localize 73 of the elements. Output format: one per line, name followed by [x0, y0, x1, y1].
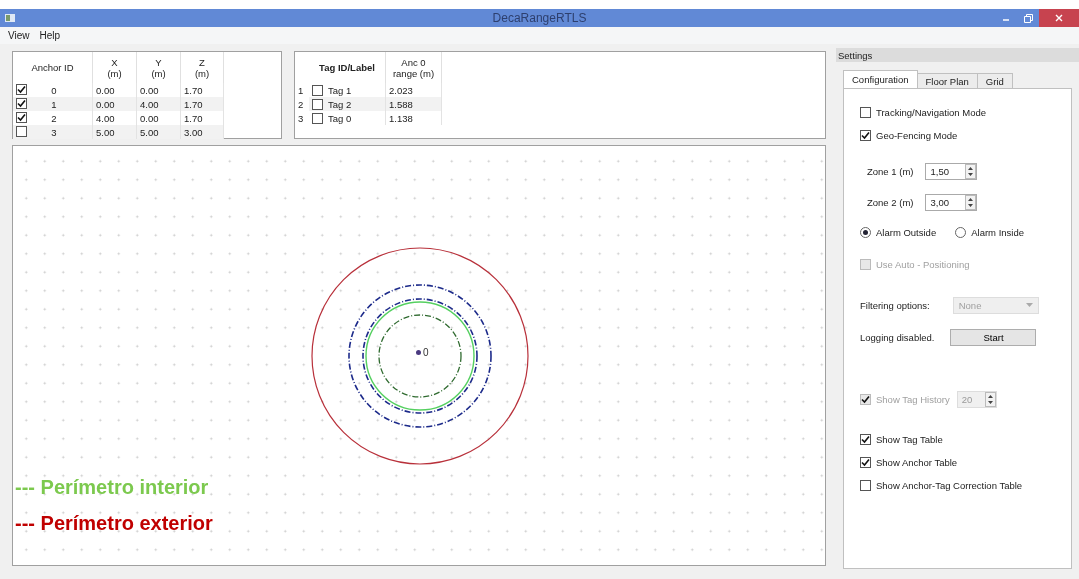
- table-cell: 1.70: [184, 98, 203, 110]
- zone-label: Zone 1 (m): [867, 165, 914, 177]
- restore-icon: [1023, 13, 1033, 23]
- row-number: 3: [298, 112, 304, 124]
- tab[interactable]: Floor Plan: [916, 73, 978, 88]
- table-cell: 2: [51, 112, 57, 124]
- row-number: 2: [298, 98, 304, 110]
- menu-item[interactable]: Help: [39, 30, 61, 41]
- checkbox[interactable]: [16, 84, 27, 95]
- zone-label: Zone 2 (m): [867, 196, 914, 208]
- filtering-label: Filtering options:: [860, 299, 930, 311]
- table-cell: Tag 0: [328, 112, 352, 124]
- checkbox-label: Show Tag History: [876, 393, 950, 405]
- radio-label: Alarm Inside: [971, 226, 1024, 238]
- radio-button[interactable]: [860, 226, 871, 238]
- checkbox[interactable]: [16, 98, 27, 109]
- checkbox[interactable]: [860, 106, 871, 118]
- checkbox[interactable]: [860, 456, 871, 468]
- row-number: 1: [298, 84, 304, 96]
- table-cell: 5.00: [140, 126, 159, 138]
- table-cell: 3.00: [184, 126, 203, 138]
- checkbox-label: Show Anchor Table: [876, 456, 958, 468]
- spin-field[interactable]: 3,00: [925, 193, 978, 211]
- table-cell: 0.00: [96, 98, 115, 110]
- legend-text: --- Perímetro interior: [15, 475, 210, 499]
- table-cell: 1.138: [389, 112, 413, 124]
- checkbox[interactable]: [312, 98, 323, 110]
- spin-arrows-icon[interactable]: [965, 163, 977, 179]
- table-cell: Tag 2: [328, 98, 352, 110]
- legend-text: --- Perímetro exterior: [15, 511, 213, 535]
- checkbox[interactable]: [860, 479, 871, 491]
- checkbox-label: Tracking/Navigation Mode: [876, 106, 986, 118]
- table-cell: 4.00: [96, 112, 115, 124]
- table-cell: 4.00: [140, 98, 159, 110]
- anchor-label: 0: [423, 347, 429, 358]
- close-icon: [1055, 14, 1063, 22]
- spin-arrows-icon[interactable]: [984, 391, 996, 407]
- checkbox[interactable]: [312, 112, 323, 124]
- tab[interactable]: Configuration: [843, 70, 918, 88]
- table-cell: 0: [51, 84, 57, 96]
- checkbox-label: Show Tag Table: [876, 433, 943, 445]
- caret-icon: [1025, 303, 1033, 307]
- spin-field[interactable]: 1,50: [925, 162, 978, 180]
- menu-item[interactable]: View: [8, 30, 30, 41]
- logging-status: Logging disabled.: [860, 331, 935, 343]
- checkbox[interactable]: [16, 112, 27, 123]
- table-cell: 2.023: [389, 84, 413, 96]
- table-cell: Tag 1: [328, 84, 352, 96]
- table-cell: 0.00: [140, 112, 159, 124]
- checkbox[interactable]: [312, 84, 323, 96]
- checkbox[interactable]: [860, 129, 871, 141]
- checkbox-label: Geo-Fencing Mode: [876, 129, 958, 141]
- table-cell: 1.588: [389, 98, 413, 110]
- anchor-dot: [416, 350, 421, 355]
- table-cell: 3: [51, 126, 57, 138]
- checkbox[interactable]: [16, 126, 27, 137]
- table-cell: 0.00: [96, 84, 115, 96]
- tab[interactable]: Grid: [976, 73, 1013, 88]
- table-cell: 1.70: [184, 112, 203, 124]
- checkbox-label: Use Auto - Positioning: [876, 258, 970, 270]
- radio-button[interactable]: [955, 226, 967, 238]
- radio-label: Alarm Outside: [876, 226, 937, 238]
- spin-arrows-icon[interactable]: [965, 194, 977, 210]
- dock-title: Settings: [838, 49, 873, 61]
- window-title: DecaRangeRTLS: [492, 11, 587, 25]
- table-cell: 5.00: [96, 126, 115, 138]
- table-cell: 1: [51, 98, 57, 110]
- checkbox[interactable]: [860, 433, 871, 445]
- checkbox-label: Show Anchor-Tag Correction Table: [876, 479, 1023, 491]
- table-cell: 0.00: [140, 84, 159, 96]
- table-cell: 1.70: [184, 84, 203, 96]
- app-icon: [5, 14, 15, 22]
- start-button[interactable]: Start: [950, 328, 1037, 346]
